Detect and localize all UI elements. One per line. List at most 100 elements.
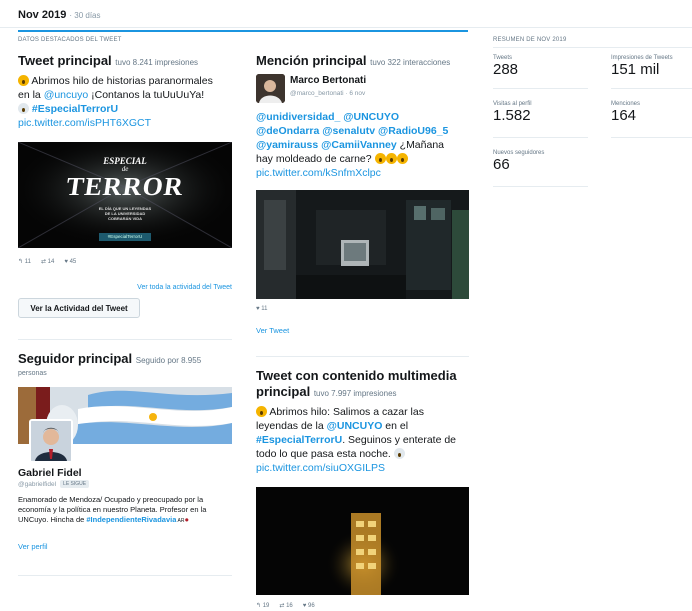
- tweet-url-link[interactable]: pic.twitter.com/isPHT6XGCT: [18, 116, 243, 130]
- period-title: Nov 2019: [18, 9, 67, 21]
- top-follower-title: Seguidor principal: [18, 351, 133, 366]
- follower-name[interactable]: Gabriel Fidel: [18, 467, 82, 479]
- kpi-divider: [611, 137, 692, 138]
- kpi-tweets-value: 288: [493, 61, 519, 78]
- top-media-title: Tweet con contenido multimedia: [256, 368, 457, 383]
- mention-link[interactable]: @senalutv: [322, 125, 375, 137]
- terror-image-sub3: COBRARÁN VIDA: [108, 216, 142, 221]
- top-media-heading: Tweet con contenido multimedia principal…: [256, 368, 482, 402]
- media-stats: ↰ 19 ⇄ 16 ♥ 96: [256, 602, 315, 610]
- mention-tweet-text: @unidiversidad_ @UNCUYO @deOndarra @sena…: [256, 110, 476, 180]
- follower-avatar[interactable]: [29, 419, 73, 463]
- reply-icon: ↰: [18, 259, 24, 265]
- tweet-url-link[interactable]: pic.twitter.com/kSnfmXclpc: [256, 166, 476, 180]
- period-subtitle: · 30 días: [69, 11, 101, 20]
- tweet-activity-link[interactable]: Ver toda la actividad del Tweet: [116, 284, 232, 291]
- top-mention-heading: Mención principal tuvo 322 interacciones: [256, 53, 486, 71]
- terror-image[interactable]: ESPECIAL de TERROR EL DÍA QUE UN LEYENDA…: [18, 142, 232, 248]
- mention-link[interactable]: @uncuyo: [44, 89, 89, 101]
- header-divider: [0, 27, 692, 28]
- retweet-count[interactable]: ⇄ 14: [41, 258, 54, 265]
- reply-icon: ↰: [256, 603, 262, 609]
- hashtag-link[interactable]: #EspecialTerrorU: [256, 434, 342, 446]
- dark-room-image[interactable]: [256, 190, 469, 299]
- top-follower-heading: Seguidor principal Seguido por 8.955: [18, 351, 238, 369]
- mention-link[interactable]: @yamirauss: [256, 139, 318, 151]
- mention-link[interactable]: @CamiiVanney: [321, 139, 397, 151]
- mention-author-name[interactable]: Marco Bertonati: [290, 75, 366, 86]
- top-mention-title: Mención principal: [256, 53, 367, 68]
- page-title: Nov 2019 · 30 días: [18, 9, 101, 21]
- mention-author-handle[interactable]: @marco_bertonati · 6 nov: [290, 90, 365, 97]
- wine-emoji-icon: ●: [184, 515, 189, 524]
- night-building-photo: [256, 487, 469, 595]
- top-tweet-text: Abrimos hilo de historias paranormales e…: [18, 74, 243, 130]
- mention-link[interactable]: @UNCUYO: [327, 420, 383, 432]
- bio-hashtag-link[interactable]: #IndependienteRivadavia: [86, 515, 176, 524]
- tweet-activity-button[interactable]: Ver la Actividad del Tweet: [18, 298, 140, 318]
- highlights-section-label: DATOS DESTACADOS DEL TWEET: [18, 37, 122, 43]
- mention-link[interactable]: @unidiversidad_: [256, 111, 340, 123]
- card-divider: [256, 356, 469, 357]
- follower-handle-row: @gabrielfidel LE SIGUE: [18, 480, 90, 488]
- dark-room-photo: [256, 190, 469, 299]
- night-building-image[interactable]: [256, 487, 469, 595]
- tweet-url-link[interactable]: pic.twitter.com/siuOXGILPS: [256, 461, 482, 475]
- kpi-impressions: Impresiones de Tweets 151 mil: [611, 55, 692, 78]
- scream-emoji-icon: [396, 153, 408, 164]
- mention-link[interactable]: @UNCUYO: [343, 111, 399, 123]
- kpi-impressions-value: 151 mil: [611, 61, 660, 78]
- scream-emoji-icon: [374, 153, 386, 164]
- follower-handle[interactable]: @gabrielfidel: [18, 481, 56, 488]
- heart-icon: ♥: [256, 306, 260, 312]
- kpi-visits: Visitas al perfil 1.582: [493, 101, 588, 124]
- kpi-divider: [611, 88, 692, 89]
- kpi-followers-value: 66: [493, 156, 510, 173]
- kpi-visits-value: 1.582: [493, 107, 531, 124]
- top-tweet-stats: ↰ 11 ⇄ 14 ♥ 45: [18, 258, 76, 266]
- summary-section-label: RESUMEN DE NOV 2019: [493, 37, 567, 43]
- retweet-icon: ⇄: [40, 259, 46, 265]
- top-media-title-cont: principal: [256, 384, 311, 399]
- kpi-divider: [493, 88, 588, 89]
- kpi-mentions: Menciones 164: [611, 101, 692, 124]
- view-tweet-link[interactable]: Ver Tweet: [256, 326, 289, 335]
- terror-image-line3: TERROR: [64, 172, 186, 201]
- mention-link[interactable]: @RadioU96_5: [378, 125, 448, 137]
- like-count[interactable]: ♥ 96: [303, 603, 315, 609]
- kpi-mentions-value: 164: [611, 107, 637, 124]
- like-count[interactable]: ♥ 11: [256, 306, 267, 312]
- card-divider: [18, 575, 232, 576]
- scream-emoji-icon: [256, 406, 267, 417]
- top-follower-meta: Seguido por 8.955: [135, 356, 202, 365]
- summary-divider: [493, 47, 692, 48]
- top-tweet-title: Tweet principal: [18, 53, 112, 68]
- retweet-count[interactable]: ⇄ 16: [279, 602, 292, 609]
- reply-count[interactable]: ↰ 19: [256, 602, 269, 609]
- scream-emoji-icon: [385, 153, 397, 164]
- kpi-divider: [493, 137, 588, 138]
- top-tweet-heading: Tweet principal tuvo 8.241 impresiones: [18, 53, 238, 71]
- like-count[interactable]: ♥ 45: [64, 259, 76, 265]
- heart-icon: ♥: [302, 602, 307, 609]
- ghost-emoji-icon: [393, 448, 405, 459]
- view-profile-link[interactable]: Ver perfil: [18, 542, 48, 551]
- top-follower-meta2: personas: [18, 370, 47, 377]
- top-tweet-meta: tuvo 8.241 impresiones: [115, 58, 199, 67]
- card-divider: [18, 339, 232, 340]
- mention-avatar[interactable]: [256, 74, 285, 103]
- ghost-emoji-icon: [18, 103, 29, 114]
- top-mention-meta: tuvo 322 interacciones: [370, 58, 451, 67]
- kpi-followers: Nuevos seguidores 66: [493, 150, 588, 173]
- hashtag-link[interactable]: #EspecialTerrorU: [32, 103, 118, 115]
- scream-emoji-icon: [18, 75, 29, 86]
- mention-stats: ♥ 11: [256, 306, 267, 312]
- kpi-tweets: Tweets 288: [493, 55, 588, 78]
- follows-you-badge: LE SIGUE: [60, 480, 90, 488]
- mention-link[interactable]: @deOndarra: [256, 125, 319, 137]
- person-avatar-icon: [31, 421, 71, 461]
- reply-count[interactable]: ↰ 11: [18, 258, 31, 265]
- kpi-divider: [493, 186, 588, 187]
- media-tweet-text: Abrimos hilo: Salimos a cazar las leyend…: [256, 405, 482, 475]
- retweet-icon: ⇄: [279, 603, 285, 609]
